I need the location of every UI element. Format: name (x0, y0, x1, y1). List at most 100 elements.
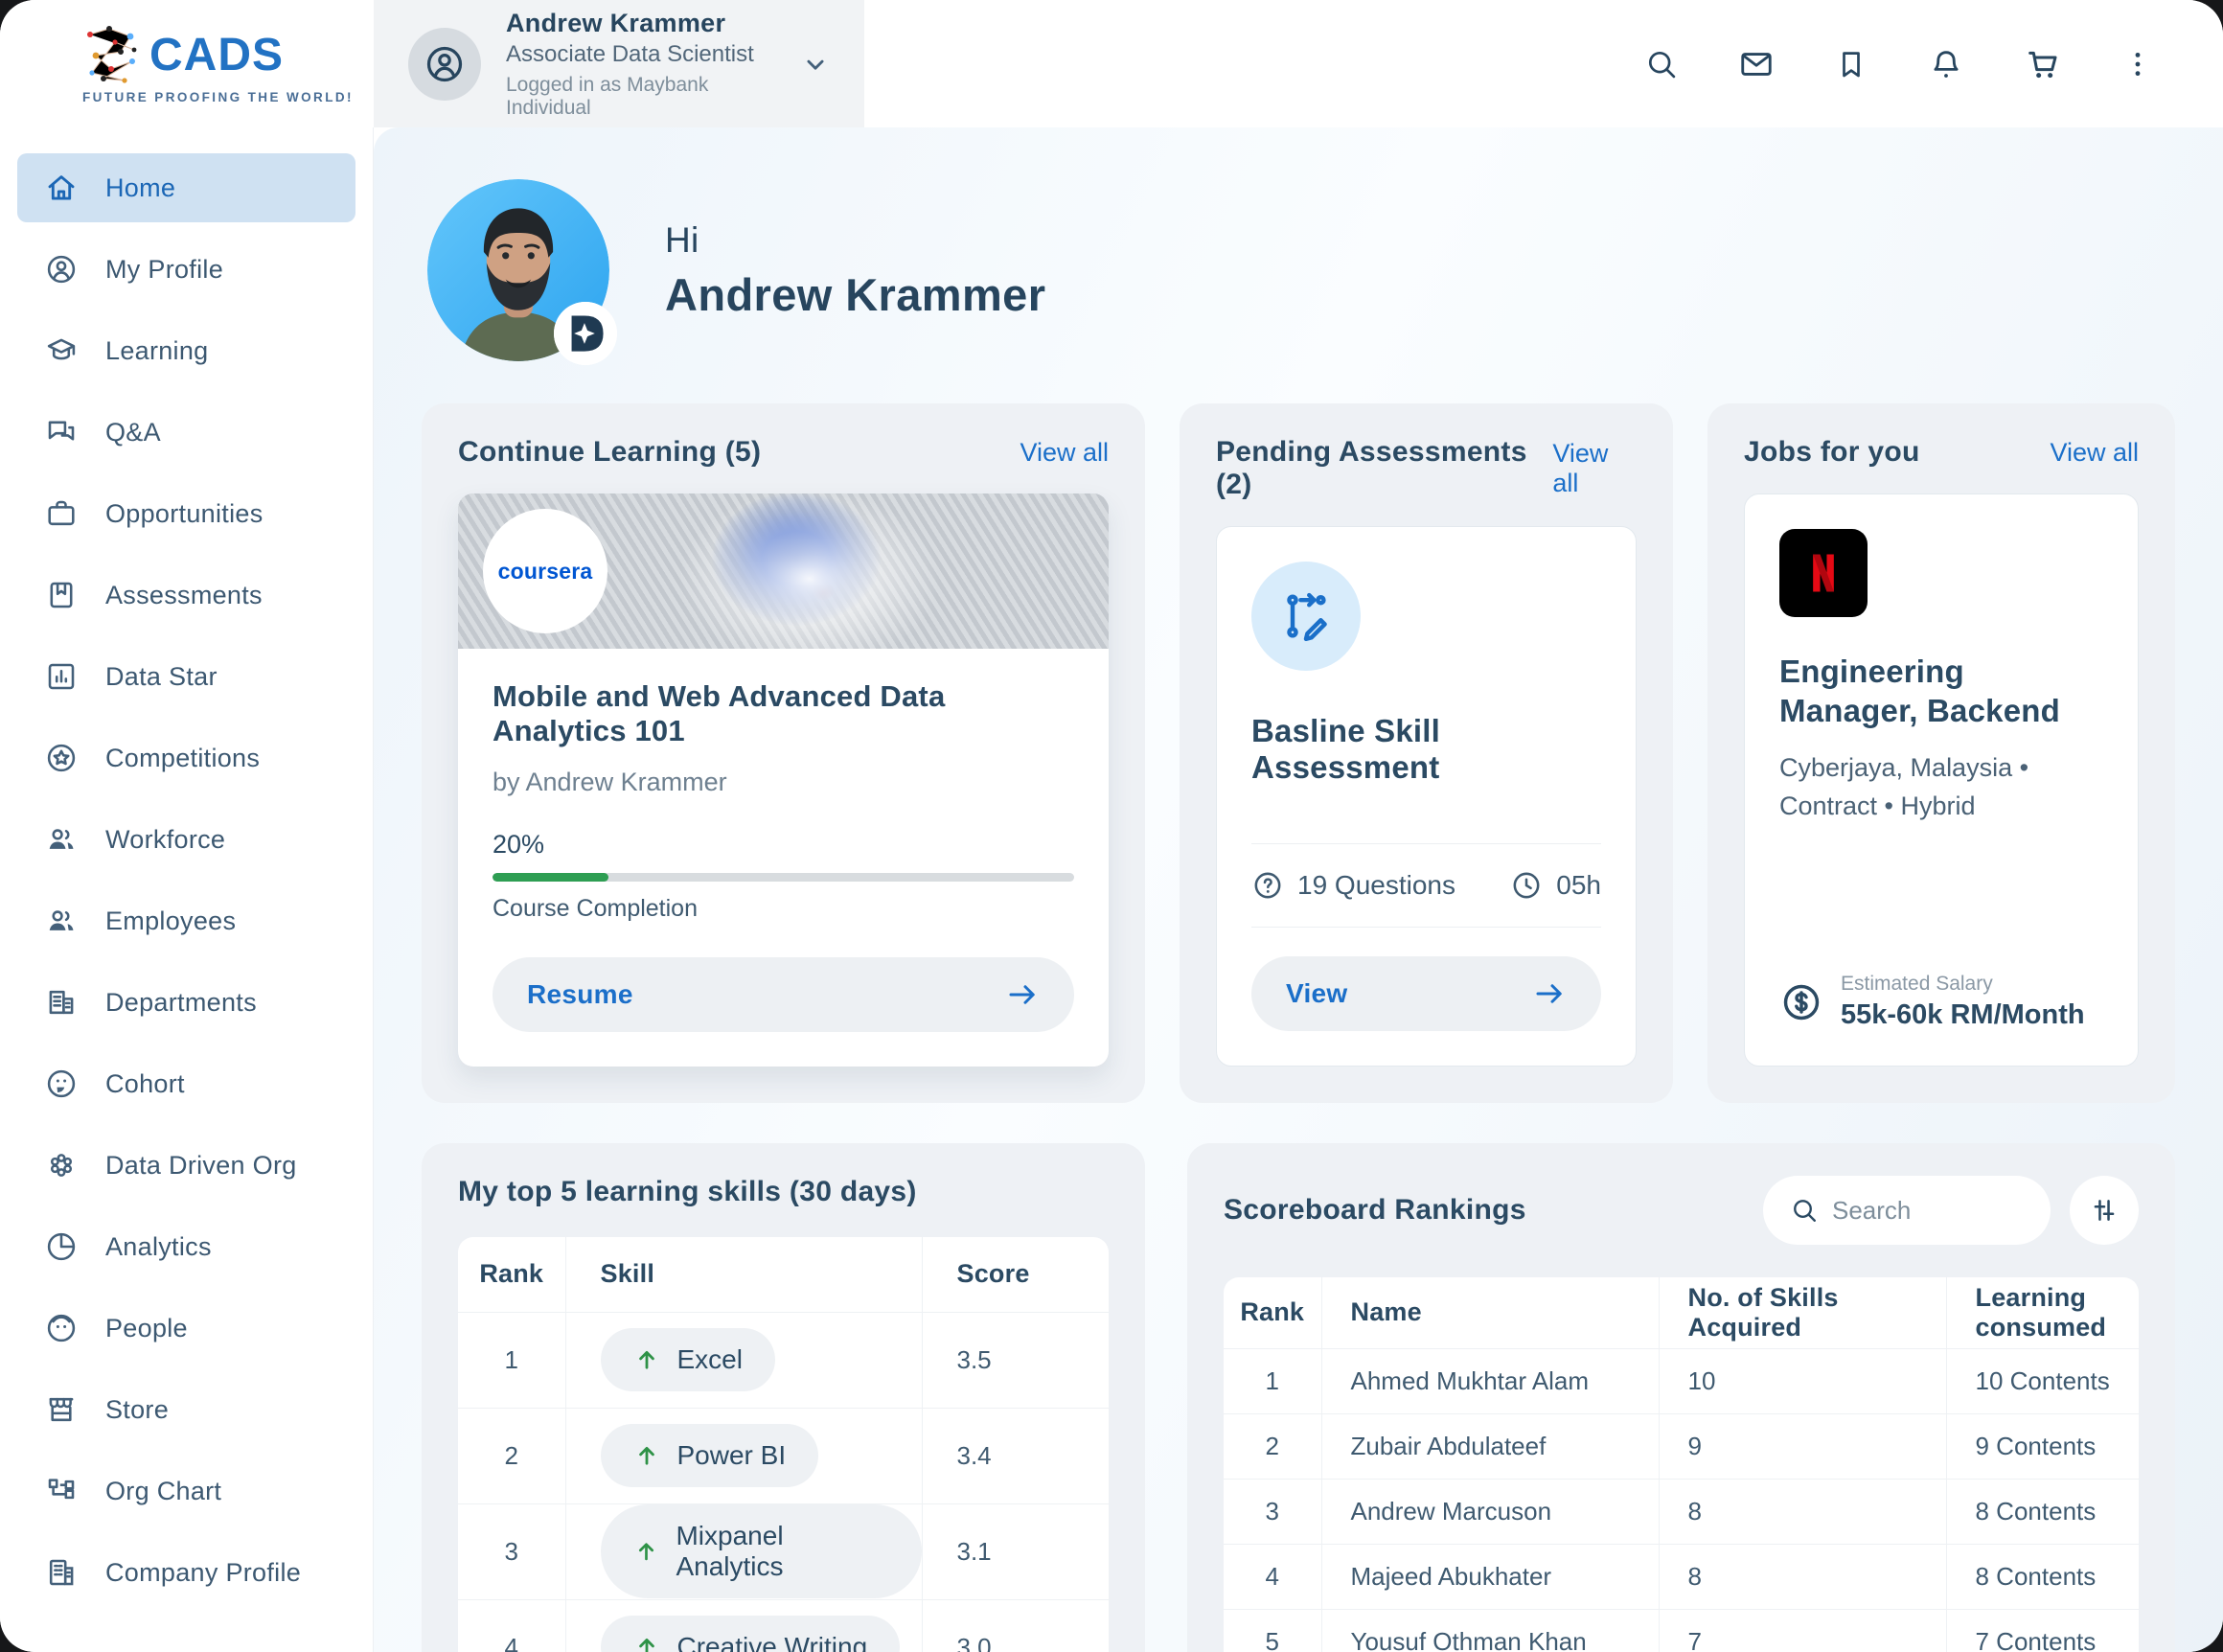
cads-logo-art-icon (82, 23, 142, 86)
sidebar-item-store[interactable]: Store (17, 1375, 355, 1444)
sidebar-item-departments[interactable]: Departments (17, 968, 355, 1037)
sidebar-label: Home (105, 173, 175, 203)
skill-pill: Power BI (601, 1424, 819, 1487)
greeting: Hi Andrew Krammer (427, 179, 2175, 361)
sidebar-item-analytics[interactable]: Analytics (17, 1212, 355, 1281)
rank-cell: 1 (458, 1312, 565, 1408)
people-group-icon (44, 822, 79, 857)
sidebar-item-people[interactable]: People (17, 1294, 355, 1363)
sidebar-label: Departments (105, 988, 257, 1018)
sidebar-item-opportunities[interactable]: Opportunities (17, 479, 355, 548)
sidebar-label: Workforce (105, 825, 225, 855)
course-author: by Andrew Krammer (493, 768, 1074, 797)
top-skills-section: My top 5 learning skills (30 days) Rank … (422, 1143, 1145, 1652)
dollar-circle-icon (1779, 980, 1823, 1024)
skills-cell: 9 (1659, 1413, 1946, 1479)
name-cell: Yousuf Othman Khan (1321, 1609, 1659, 1652)
view-all-link[interactable]: View all (1552, 439, 1637, 498)
sidebar-label: People (105, 1314, 188, 1343)
rank-cell: 2 (458, 1408, 565, 1503)
sidebar-label: Competitions (105, 744, 260, 773)
mail-icon[interactable] (1738, 46, 1775, 82)
briefcase-icon (44, 496, 79, 531)
clock-icon (1510, 869, 1543, 902)
netflix-logo (1779, 529, 1868, 617)
sidebar-item-data-driven-org[interactable]: Data Driven Org (17, 1131, 355, 1200)
sidebar-item-workforce[interactable]: Workforce (17, 805, 355, 874)
user-menu[interactable]: Andrew Krammer Associate Data Scientist … (374, 0, 864, 127)
scoreboard-search[interactable] (1763, 1176, 2051, 1245)
sidebar-item-cohort[interactable]: Cohort (17, 1049, 355, 1118)
view-all-link[interactable]: View all (2050, 438, 2139, 468)
sidebar-item-org-chart[interactable]: Org Chart (17, 1457, 355, 1526)
sidebar-item-company-profile[interactable]: Company Profile (17, 1538, 355, 1607)
bookmark-book-icon (44, 578, 79, 612)
filter-button[interactable] (2070, 1176, 2139, 1245)
arrow-up-icon (633, 1346, 660, 1373)
bell-icon[interactable] (1928, 46, 1964, 82)
rank-cell: 4 (458, 1599, 565, 1652)
course-banner: coursera (458, 493, 1109, 649)
sidebar-label: My Profile (105, 255, 223, 285)
sidebar-label: Cohort (105, 1069, 185, 1099)
search-icon[interactable] (1644, 47, 1679, 81)
skills-cell: 10 (1659, 1348, 1946, 1413)
sidebar-label: Data Star (105, 662, 218, 692)
sidebar-item-data-star[interactable]: Data Star (17, 642, 355, 711)
search-input[interactable] (1832, 1196, 2024, 1226)
section-title: Pending Assessments (2) (1216, 436, 1552, 501)
score-cell: 3.4 (922, 1408, 1109, 1503)
user-name: Andrew Krammer (506, 9, 774, 38)
score-cell: 3.5 (922, 1312, 1109, 1408)
rank-cell: 2 (1224, 1413, 1321, 1479)
chevron-down-icon[interactable] (799, 48, 832, 80)
skills-cell: 8 (1659, 1479, 1946, 1544)
arrow-up-icon (633, 1538, 659, 1565)
scoreboard-section: Scoreboard Rankings (1187, 1143, 2175, 1652)
assessment-title: Basline Skill Assessment (1251, 713, 1601, 786)
learning-cell: 8 Contents (1946, 1544, 2139, 1609)
assessment-strategy-icon (1251, 562, 1361, 671)
skill-name: Power BI (677, 1440, 787, 1471)
sidebar-item-assessments[interactable]: Assessments (17, 561, 355, 630)
name-cell: Ahmed Mukhtar Alam (1321, 1348, 1659, 1413)
score-cell: 3.0 (922, 1599, 1109, 1652)
star-medal-icon (44, 741, 79, 775)
resume-button[interactable]: Resume (493, 957, 1074, 1032)
progress-percent: 20% (493, 830, 1074, 860)
skill-pill: Excel (601, 1328, 775, 1391)
sidebar-item-learning[interactable]: Learning (17, 316, 355, 385)
sidebar-item-employees[interactable]: Employees (17, 886, 355, 955)
kebab-menu-icon[interactable] (2121, 48, 2154, 80)
sidebar-item-home[interactable]: Home (17, 153, 355, 222)
view-all-link[interactable]: View all (1020, 438, 1109, 468)
cart-icon[interactable] (2024, 45, 2062, 83)
column-header: Rank (458, 1237, 565, 1312)
table-row: 3 Mixpanel Analytics 3.1 (458, 1503, 1109, 1599)
pie-chart-icon (44, 1229, 79, 1264)
top-icon-group (1644, 0, 2223, 127)
view-button[interactable]: View (1251, 956, 1601, 1031)
column-header: Rank (1224, 1277, 1321, 1348)
skill-pill: Mixpanel Analytics (601, 1504, 922, 1598)
sidebar-item-competitions[interactable]: Competitions (17, 723, 355, 792)
sidebar-item-qa[interactable]: Q&A (17, 398, 355, 467)
sidebar-item-my-profile[interactable]: My Profile (17, 235, 355, 304)
sidebar-label: Employees (105, 906, 236, 936)
bar-chart-square-icon (44, 659, 79, 694)
column-header: No. of Skills Acquired (1659, 1277, 1946, 1348)
user-role: Associate Data Scientist (506, 41, 774, 68)
brand-area: CADS FUTURE PROOFING THE WORLD! (0, 0, 374, 127)
skill-name: Creative Writing (677, 1632, 868, 1652)
skill-pill: Creative Writing (601, 1616, 901, 1652)
learning-cell: 8 Contents (1946, 1479, 2139, 1544)
bookmark-icon[interactable] (1834, 47, 1868, 81)
arrow-up-icon (633, 1634, 660, 1652)
table-row: 1 Excel 3.5 (458, 1312, 1109, 1408)
app-window: CADS FUTURE PROOFING THE WORLD! Andrew K… (0, 0, 2223, 1652)
skill-name: Mixpanel Analytics (676, 1521, 888, 1582)
rank-cell: 3 (1224, 1479, 1321, 1544)
main-content: Hi Andrew Krammer Continue Learning (5) … (374, 127, 2223, 1652)
table-row: 4 Creative Writing 3.0 (458, 1599, 1109, 1652)
sidebar-label: Assessments (105, 581, 263, 610)
